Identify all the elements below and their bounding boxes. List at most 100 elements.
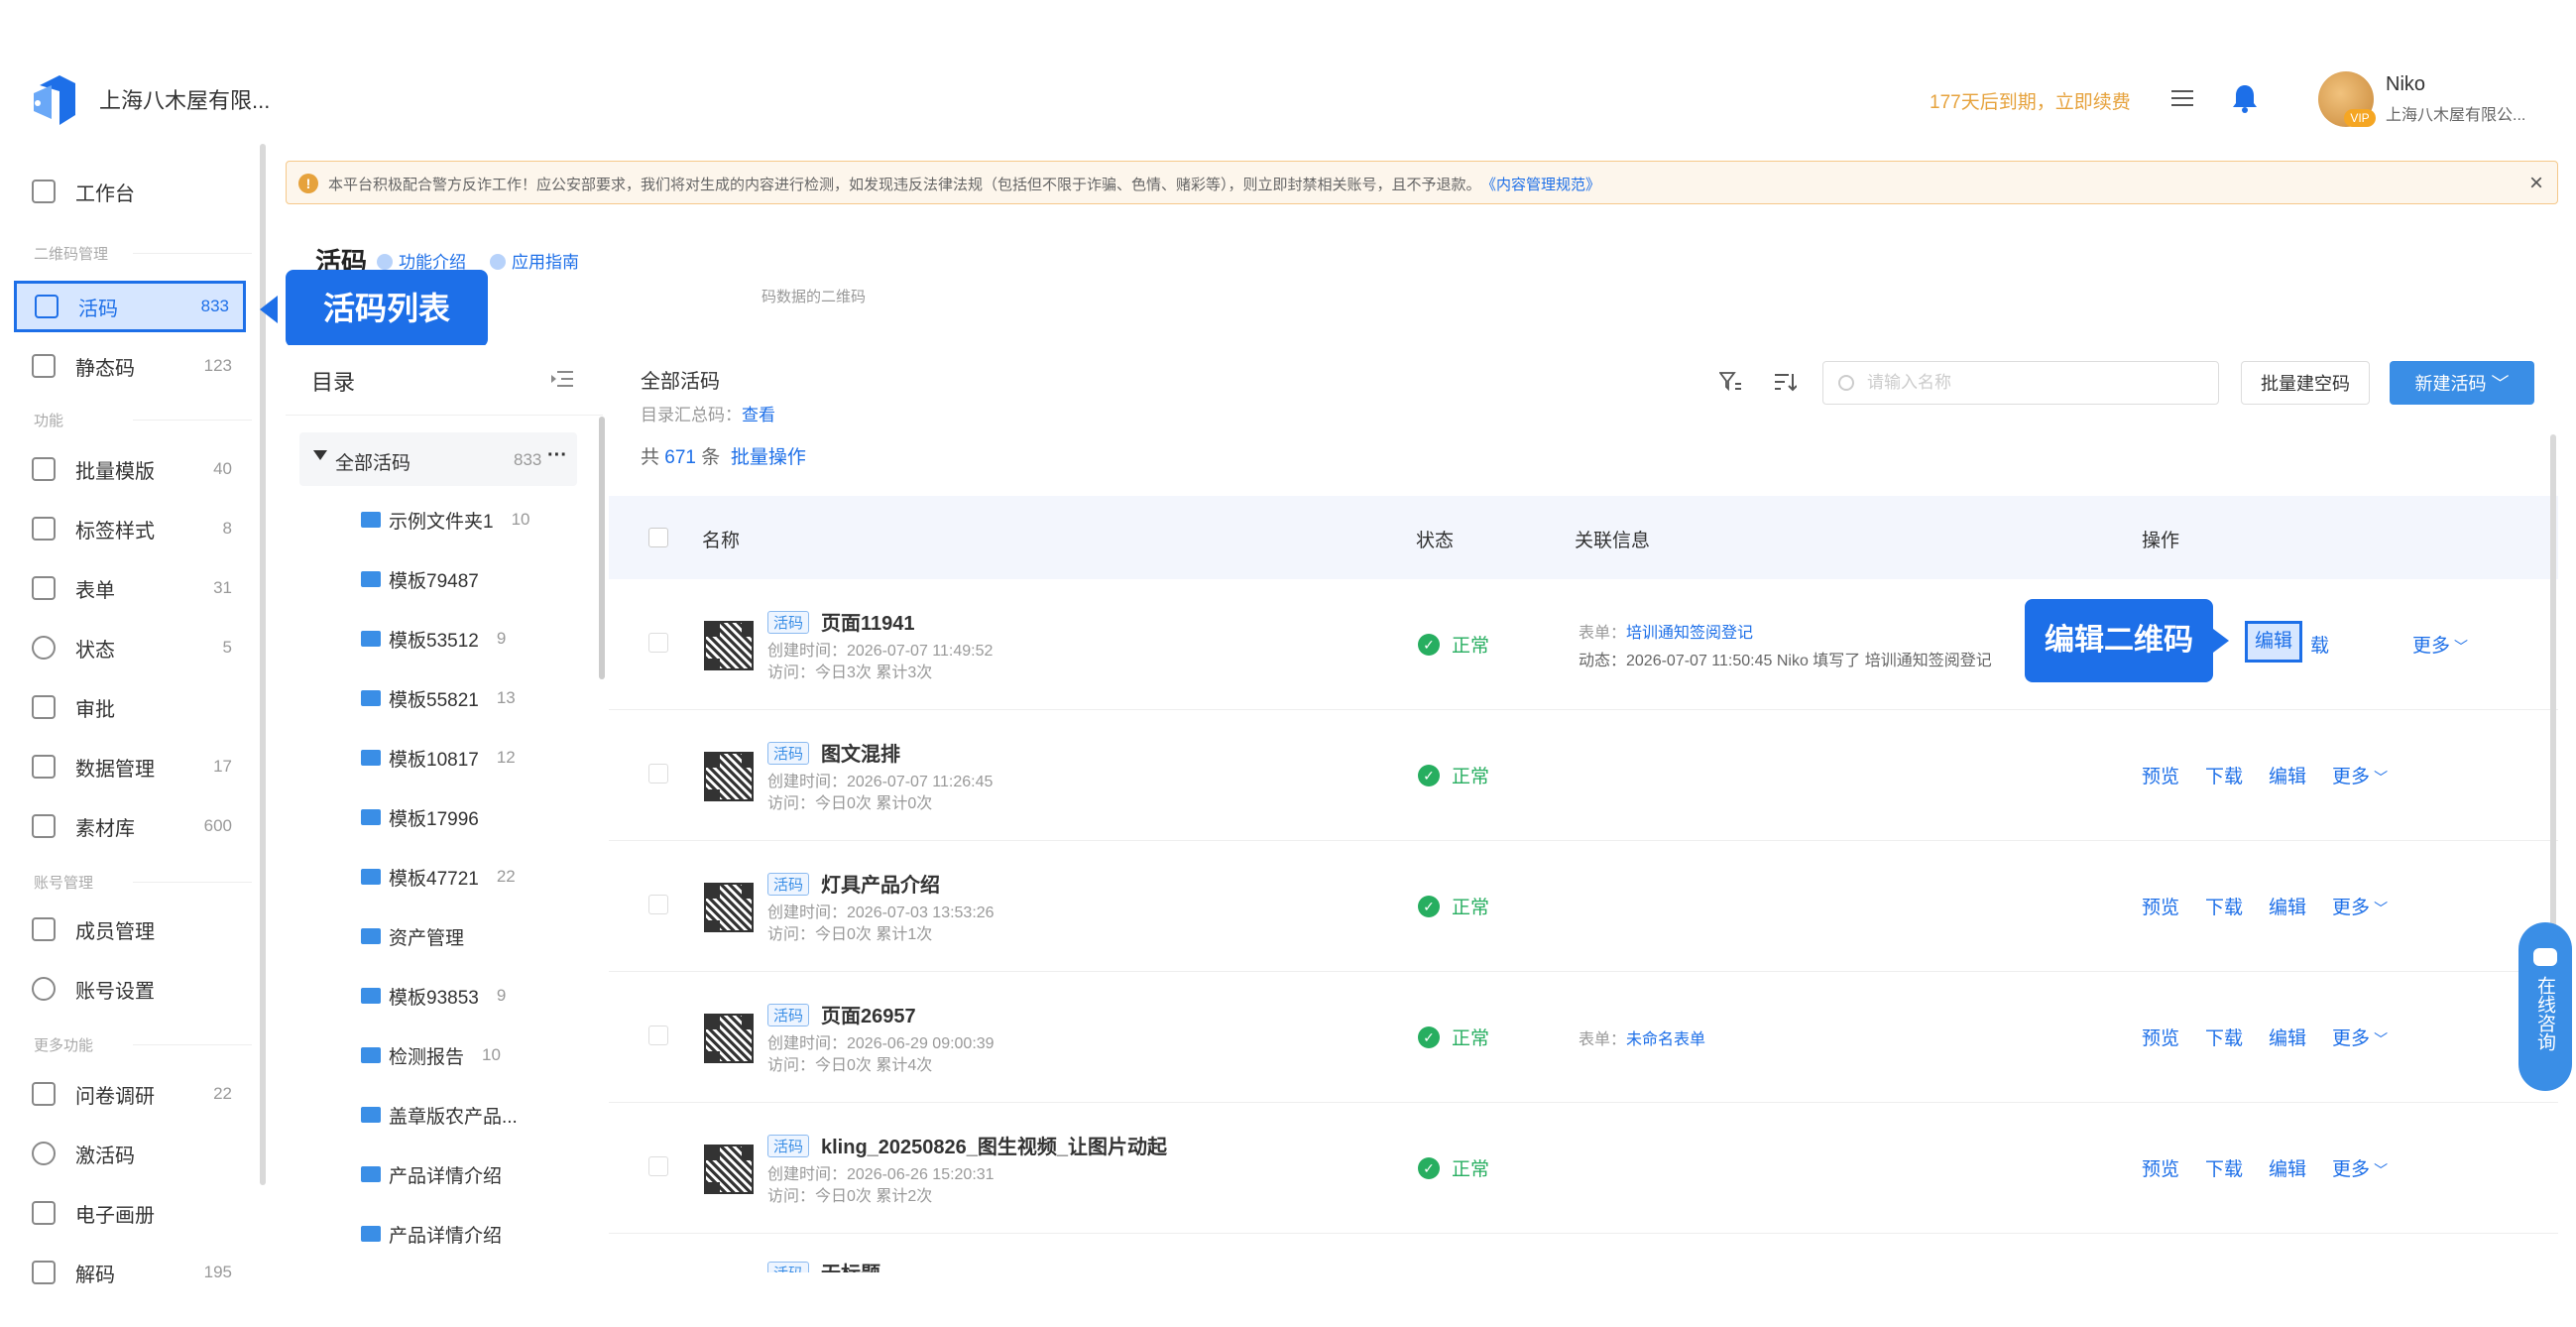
table-row[interactable]: 活码 无标题 (609, 1234, 2558, 1272)
qrcode-thumbnail[interactable] (704, 883, 754, 932)
sidebar-item-approval[interactable]: 审批 (14, 681, 246, 733)
company-name[interactable]: 上海八木屋有限... (99, 83, 270, 115)
online-consult-button[interactable]: 在线咨询 (2518, 922, 2572, 1091)
sidebar-item-live-code[interactable]: 活码 833 (14, 281, 246, 332)
sidebar-item-survey[interactable]: 问卷调研 22 (14, 1068, 246, 1120)
row-checkbox[interactable] (648, 1156, 668, 1176)
folder-icon (361, 1226, 381, 1242)
more-link[interactable]: 更多 ﹀ (2332, 893, 2388, 919)
folder-item[interactable]: 盖章版农产品... (361, 1095, 535, 1135)
folder-item[interactable]: 产品详情介绍 (361, 1214, 520, 1254)
folder-item[interactable]: 模板55821 13 (361, 678, 516, 718)
renew-link[interactable]: 177天后到期，立即续费 (1930, 87, 2131, 114)
row-checkbox[interactable] (648, 1025, 668, 1045)
download-link[interactable]: 下载 (2205, 1024, 2243, 1050)
edit-link-highlighted[interactable]: 编辑 (2245, 621, 2302, 663)
sidebar-item-account[interactable]: 账号设置 (14, 963, 246, 1015)
row-checkbox[interactable] (648, 895, 668, 914)
callout-edit-qrcode: 编辑二维码 (2025, 599, 2213, 682)
content-policy-link[interactable]: 《内容管理规范》 (1489, 177, 1601, 193)
download-link[interactable]: 载 (2310, 631, 2329, 658)
user-icon (32, 977, 56, 1001)
sidebar-item-decode[interactable]: 解码 195 (14, 1247, 246, 1298)
edit-link[interactable]: 编辑 (2269, 762, 2306, 788)
folder-item[interactable]: 模板53512 9 (361, 619, 506, 659)
row-name[interactable]: 页面11941 (821, 607, 915, 636)
download-link[interactable]: 下载 (2205, 1154, 2243, 1181)
sidebar-item-static-code[interactable]: 静态码 123 (14, 340, 246, 392)
company-logo-icon[interactable] (30, 71, 79, 127)
more-link[interactable]: 更多 ﹀ (2332, 1024, 2388, 1050)
collapse-icon[interactable] (551, 369, 573, 389)
row-name[interactable]: kling_20250826_图生视频_让图片动起 (821, 1131, 1167, 1159)
bell-icon[interactable] (2231, 83, 2259, 113)
row-name[interactable]: 图文混排 (821, 738, 900, 767)
sidebar-item-form[interactable]: 表单 31 (14, 562, 246, 614)
row-name[interactable]: 页面26957 (821, 1000, 916, 1028)
preview-link[interactable]: 预览 (2142, 1024, 2179, 1050)
row-checkbox[interactable] (648, 633, 668, 653)
qrcode-thumbnail[interactable] (704, 752, 754, 801)
folder-item[interactable]: 模板79487 (361, 559, 497, 599)
preview-link[interactable]: 预览 (2142, 1154, 2179, 1181)
select-all-checkbox[interactable] (648, 528, 668, 547)
table-row[interactable]: 活码 图文混排 创建时间：2026-07-07 11:26:45 访问：今日0次… (609, 710, 2558, 841)
table-row[interactable]: 活码 页面26957 创建时间：2026-06-29 09:00:39 访问：今… (609, 972, 2558, 1103)
folder-item[interactable]: 产品详情介绍 (361, 1154, 520, 1194)
qrcode-thumbnail[interactable] (704, 1014, 754, 1063)
menu-icon[interactable] (2171, 87, 2193, 109)
row-checkbox[interactable] (648, 764, 668, 784)
new-live-code-button[interactable]: 新建活码 ﹀ (2390, 361, 2534, 405)
sidebar-item-material[interactable]: 素材库 600 (14, 800, 246, 852)
filter-icon[interactable] (1719, 371, 1743, 393)
folder-item[interactable]: 检测报告 10 (361, 1035, 501, 1075)
row-name[interactable]: 无标题 (821, 1258, 880, 1272)
sidebar-item-label: 素材库 (75, 817, 135, 840)
search-input[interactable] (1822, 361, 2219, 405)
row-name[interactable]: 灯具产品介绍 (821, 869, 940, 898)
directory-root[interactable]: 全部活码 833 ··· (299, 432, 577, 486)
sidebar-item-label-style[interactable]: 标签样式 8 (14, 503, 246, 554)
check-circle-icon: ✓ (1418, 633, 1440, 656)
directory-scrollbar[interactable] (599, 417, 605, 679)
sidebar-item-ebook[interactable]: 电子画册 (14, 1187, 246, 1239)
qrcode-thumbnail[interactable] (704, 1145, 754, 1194)
sort-icon[interactable] (1775, 371, 1797, 393)
more-link[interactable]: 更多 ﹀ (2332, 762, 2388, 788)
folder-item[interactable]: 示例文件夹1 10 (361, 500, 530, 540)
table-row[interactable]: 活码 kling_20250826_图生视频_让图片动起 创建时间：2026-0… (609, 1103, 2558, 1234)
download-link[interactable]: 下载 (2205, 762, 2243, 788)
edit-link[interactable]: 编辑 (2269, 1154, 2306, 1181)
preview-link[interactable]: 预览 (2142, 893, 2179, 919)
sidebar-item-data-manage[interactable]: 数据管理 17 (14, 741, 246, 792)
caret-down-icon[interactable] (313, 450, 327, 460)
more-link[interactable]: 更多 ﹀ (2412, 631, 2468, 658)
view-summary-link[interactable]: 查看 (742, 406, 775, 424)
more-link[interactable]: 更多 ﹀ (2332, 1154, 2388, 1181)
folder-item[interactable]: 模板10817 12 (361, 738, 516, 778)
download-link[interactable]: 下载 (2205, 893, 2243, 919)
qrcode-thumbnail[interactable] (704, 621, 754, 670)
guide-link[interactable]: 应用指南 (490, 248, 579, 273)
relation-form-link[interactable]: 培训通知签阅登记 (1626, 625, 1753, 642)
sidebar-item-workbench[interactable]: 工作台 (14, 166, 246, 217)
edit-link[interactable]: 编辑 (2269, 893, 2306, 919)
folder-item[interactable]: 模板93853 9 (361, 976, 506, 1016)
batch-operation-link[interactable]: 批量操作 (731, 447, 806, 468)
folder-item[interactable]: 模板47721 22 (361, 857, 516, 897)
sidebar-item-status[interactable]: 状态 5 (14, 622, 246, 673)
sidebar-item-activation[interactable]: 激活码 (14, 1128, 246, 1179)
edit-link[interactable]: 编辑 (2269, 1024, 2306, 1050)
table-row[interactable]: 活码 灯具产品介绍 创建时间：2026-07-03 13:53:26 访问：今日… (609, 841, 2558, 972)
file-icon (32, 814, 56, 838)
relation-form-link[interactable]: 未命名表单 (1626, 1031, 1705, 1048)
close-icon[interactable]: × (2529, 170, 2543, 197)
sidebar-item-members[interactable]: 成员管理 (14, 904, 246, 955)
batch-create-empty-button[interactable]: 批量建空码 (2241, 361, 2370, 405)
folder-item[interactable]: 模板17996 (361, 797, 497, 837)
preview-link[interactable]: 预览 (2142, 762, 2179, 788)
more-icon[interactable]: ··· (547, 444, 567, 467)
folder-item[interactable]: 资产管理 (361, 916, 482, 956)
user-name[interactable]: Niko (2386, 73, 2425, 96)
sidebar-item-batch-template[interactable]: 批量模版 40 (14, 443, 246, 495)
